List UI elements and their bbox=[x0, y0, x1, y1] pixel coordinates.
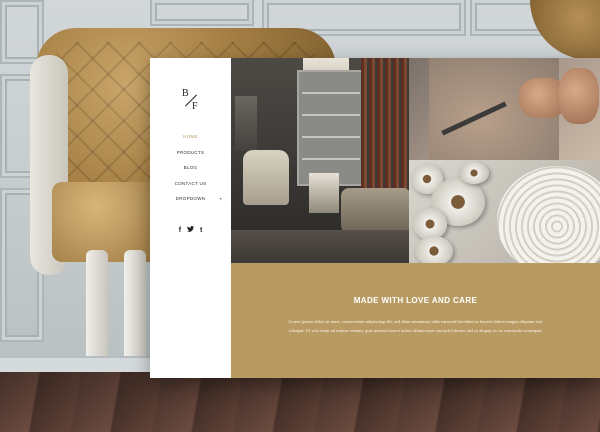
fabric-roll bbox=[459, 162, 489, 184]
twitter-icon[interactable] bbox=[187, 226, 194, 234]
armchair bbox=[243, 150, 289, 205]
side-table bbox=[309, 173, 339, 213]
rug bbox=[231, 230, 409, 263]
hero-title: MADE WITH LOVE AND CARE bbox=[353, 296, 478, 305]
chair-seat bbox=[52, 182, 162, 262]
nav-label: DROPDOWN bbox=[175, 196, 206, 201]
nav-item-blog[interactable]: BLOG bbox=[150, 160, 231, 176]
lamp bbox=[235, 96, 257, 151]
chevron-down-icon: ▾ bbox=[219, 196, 222, 201]
brand-logo[interactable]: B F bbox=[179, 86, 203, 116]
fabric-rolls-photo bbox=[409, 160, 600, 263]
nav-label: CONTACT US bbox=[174, 180, 207, 186]
main-nav: HOME PRODUCTS BLOG CONTACT US DROPDOWN ▾ bbox=[150, 129, 231, 207]
nav-item-dropdown[interactable]: DROPDOWN ▾ bbox=[150, 191, 231, 207]
hero-body: Lorem ipsum dolor sit amet, consectetuer… bbox=[288, 319, 543, 333]
fabric-roll bbox=[415, 236, 453, 263]
bookcase bbox=[361, 58, 409, 198]
facebook-icon[interactable]: f bbox=[179, 227, 181, 234]
nav-label: PRODUCTS bbox=[176, 149, 205, 155]
wall-panel bbox=[150, 0, 254, 26]
fabric-roll bbox=[413, 208, 447, 240]
wood-floor bbox=[0, 372, 600, 432]
interior-photo bbox=[231, 58, 409, 263]
website-card: B F HOME PRODUCTS BLOG CONTACT US DROPDO… bbox=[150, 58, 600, 378]
nav-item-home[interactable]: HOME bbox=[150, 129, 231, 145]
twitter-bird-shape bbox=[187, 226, 194, 232]
hand bbox=[559, 68, 599, 124]
hero-banner: MADE WITH LOVE AND CARE Lorem ipsum dolo… bbox=[231, 263, 600, 378]
nav-label: BLOG bbox=[183, 165, 198, 170]
sofa bbox=[341, 188, 409, 233]
logo-letter-f: F bbox=[192, 101, 198, 112]
craftsman-photo bbox=[409, 58, 600, 160]
tumblr-icon[interactable]: t bbox=[200, 227, 202, 234]
large-fabric-roll bbox=[497, 166, 600, 263]
bookshelf bbox=[297, 70, 365, 186]
social-links: f t bbox=[150, 226, 231, 234]
nav-item-products[interactable]: PRODUCTS bbox=[150, 145, 231, 161]
sidebar: B F HOME PRODUCTS BLOG CONTACT US DROPDO… bbox=[150, 58, 231, 378]
nav-item-contact-us[interactable]: CONTACT US bbox=[150, 176, 231, 192]
logo-letter-b: B bbox=[182, 88, 189, 99]
nav-label: HOME bbox=[183, 134, 198, 139]
